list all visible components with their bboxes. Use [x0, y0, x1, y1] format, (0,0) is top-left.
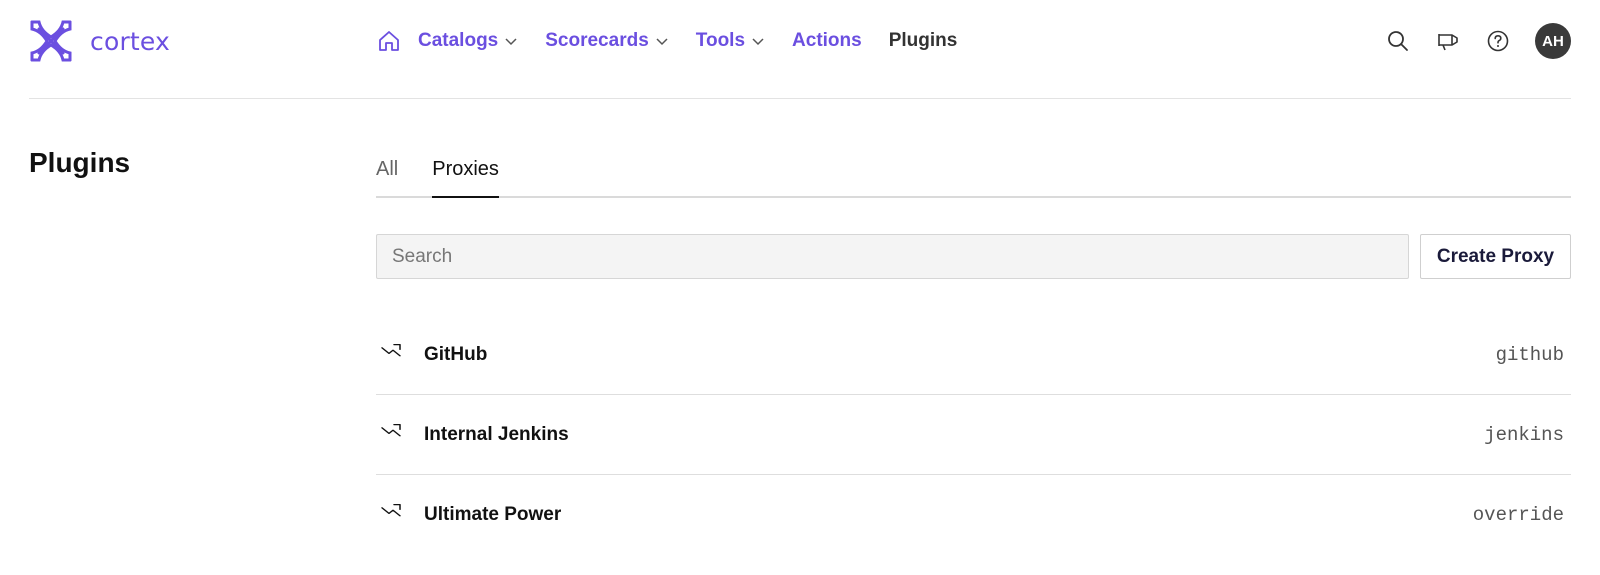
nav-scorecards[interactable]: Scorecards: [545, 30, 669, 52]
proxy-list: GitHub github Internal Jenkins jenkins U…: [376, 315, 1571, 555]
announcements-button[interactable]: [1435, 28, 1461, 54]
list-item[interactable]: Internal Jenkins jenkins: [376, 395, 1571, 475]
trending-arrow-icon: [381, 343, 401, 356]
nav-plugins-label: Plugins: [888, 30, 958, 51]
list-item[interactable]: GitHub github: [376, 315, 1571, 395]
home-icon: [379, 31, 399, 51]
tab-bar: All Proxies: [376, 150, 1571, 198]
proxy-tag: override: [1472, 504, 1564, 526]
nav-plugins[interactable]: Plugins: [889, 30, 958, 52]
plugins-content: All Proxies Create Proxy GitHub github I…: [376, 150, 1571, 555]
nav-scorecards-label: Scorecards: [545, 30, 649, 51]
proxy-tag: github: [1495, 343, 1564, 366]
nav-actions-label: Actions: [792, 30, 862, 51]
cortex-logo-icon: [30, 20, 72, 62]
proxy-name: Ultimate Power: [424, 504, 562, 525]
brand-name: cortex: [90, 26, 171, 56]
chevron-down-icon: [752, 38, 764, 46]
nav-tools[interactable]: Tools: [696, 30, 765, 52]
trending-arrow-icon: [381, 504, 401, 517]
help-icon: [1487, 30, 1509, 52]
search-input[interactable]: [376, 234, 1409, 279]
search-icon: [1388, 31, 1408, 51]
list-item[interactable]: Ultimate Power override: [376, 475, 1571, 555]
header-actions: AH: [1361, 23, 1571, 59]
tab-all[interactable]: All: [376, 150, 398, 198]
chevron-down-icon: [505, 38, 517, 46]
nav-actions[interactable]: Actions: [792, 30, 862, 52]
nav-tools-label: Tools: [695, 30, 746, 51]
main-nav: Catalogs Scorecards Tools Actions Plugin…: [377, 26, 957, 56]
top-header: cortex Catalogs Scorecards Tools Actions…: [29, 0, 1571, 99]
create-proxy-button[interactable]: Create Proxy: [1420, 234, 1571, 279]
proxy-tag: jenkins: [1484, 423, 1564, 446]
chevron-down-icon: [656, 38, 668, 46]
nav-catalogs-label: Catalogs: [418, 30, 499, 51]
cortex-logo[interactable]: cortex: [29, 19, 170, 63]
proxy-name: Internal Jenkins: [424, 423, 569, 445]
search-button[interactable]: [1385, 28, 1411, 54]
nav-catalogs[interactable]: Catalogs: [418, 30, 518, 52]
search-row: Create Proxy: [376, 234, 1571, 279]
help-button[interactable]: [1485, 28, 1511, 54]
trending-arrow-icon: [381, 423, 401, 436]
page-title: Plugins: [29, 147, 131, 178]
home-button[interactable]: [377, 29, 401, 53]
proxy-name: GitHub: [424, 343, 488, 365]
megaphone-icon: [1438, 34, 1458, 51]
user-avatar[interactable]: AH: [1535, 23, 1571, 59]
tab-proxies[interactable]: Proxies: [432, 150, 499, 198]
